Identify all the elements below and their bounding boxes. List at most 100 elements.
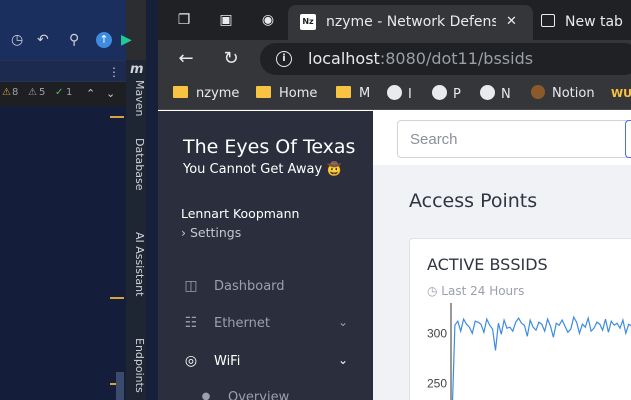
dot-icon: ●: [201, 391, 211, 400]
bookmark-m[interactable]: M: [336, 85, 370, 103]
ide-panel-header: ⋮: [0, 60, 126, 82]
wifi-icon: ◎: [184, 353, 198, 369]
screenshot-root: ◷ ↶ ⚲ ↑ ▶ ⋮ ⚠ 8 ⚠ 5 ✓ 1 ⌃ ⌄ m Maven Data…: [0, 0, 631, 400]
plugin-icon[interactable]: ▶: [121, 32, 132, 48]
github-icon: [432, 85, 447, 100]
bookmark-home[interactable]: Home: [256, 85, 317, 103]
tab-search-icon[interactable]: ❐: [176, 12, 192, 28]
wu-icon: WU: [611, 87, 631, 100]
page-title: Access Points: [409, 190, 538, 212]
chevron-down-icon[interactable]: ⌄: [106, 87, 115, 100]
user-name: Lennart Koopmann: [181, 206, 300, 221]
folder-icon: [256, 86, 271, 98]
active-bssids-card: ACTIVE BSSIDS ◷ Last 24 Hours 300 250: [409, 238, 631, 400]
bookmark-label: M: [359, 86, 371, 101]
tool-database[interactable]: Database: [126, 138, 146, 191]
search-button[interactable]: [625, 120, 631, 158]
more-icon[interactable]: ⋮: [108, 64, 120, 80]
bookmark-notion[interactable]: Notion: [531, 85, 595, 103]
browser-window: ❐ ▣ ◉ Nz nzyme - Network Defense ✕ New t…: [158, 0, 631, 400]
editor-scrollbar[interactable]: [116, 372, 124, 400]
tab-title: nzyme - Network Defense: [326, 14, 496, 30]
weak-warning-count: 5: [39, 87, 46, 98]
top-bar: [373, 111, 631, 165]
bookmark-label: Notion: [552, 86, 595, 101]
app-sidebar: The Eyes Of Texas You Cannot Get Away 🤠 …: [158, 111, 373, 400]
card-subtitle: ◷ Last 24 Hours: [427, 283, 524, 299]
url-text[interactable]: localhost:8080/dot11/bssids: [308, 49, 533, 69]
bookmark-label: N: [501, 87, 511, 102]
tab-bar: ❐ ▣ ◉ Nz nzyme - Network Defense ✕ New t…: [158, 0, 631, 40]
new-tab-icon: [541, 14, 555, 27]
network-icon: ☷: [184, 315, 198, 331]
nav-label: Ethernet: [214, 316, 270, 331]
history-icon[interactable]: ◷: [11, 32, 23, 48]
card-title: ACTIVE BSSIDS: [427, 255, 548, 274]
clock-icon: ◷: [427, 284, 442, 298]
editor-marker: [110, 297, 124, 299]
code-editor[interactable]: [0, 106, 126, 400]
tab-nzyme[interactable]: Nz nzyme - Network Defense ✕: [288, 5, 533, 40]
github-tab-icon[interactable]: ◉: [260, 12, 276, 28]
bookmark-label: Home: [279, 86, 318, 101]
bookmarks-bar: nzyme Home M I P N Notion WU: [158, 78, 631, 110]
github-icon: [387, 85, 402, 100]
nav-ethernet[interactable]: ☷ Ethernet ⌄: [158, 309, 373, 339]
bookmark-wu[interactable]: WU: [611, 85, 631, 103]
chevron-down-icon: ⌄: [338, 353, 349, 367]
tab-new-tab[interactable]: New tab: [538, 5, 631, 37]
bookmark-i[interactable]: I: [387, 85, 412, 103]
chevron-up-icon[interactable]: ⌃: [86, 87, 95, 100]
back-icon[interactable]: ←: [175, 48, 197, 70]
map-icon: ◫: [184, 278, 198, 294]
brand-tagline: You Cannot Get Away 🤠: [183, 162, 343, 177]
github-icon: [480, 85, 495, 100]
search-input[interactable]: [397, 120, 631, 158]
update-icon[interactable]: ↑: [96, 32, 112, 48]
tab-groups-icon[interactable]: ▣: [218, 12, 234, 28]
warning-icon: ⚠: [2, 87, 11, 98]
nav-wifi[interactable]: ◎ WiFi ⌄: [158, 347, 373, 377]
url-path: :8080/dot11/bssids: [379, 49, 534, 68]
info-icon[interactable]: i: [276, 51, 292, 67]
tool-maven[interactable]: Maven: [126, 80, 146, 116]
search-icon[interactable]: ⚲: [69, 32, 79, 48]
address-bar[interactable]: i localhost:8080/dot11/bssids: [260, 43, 631, 75]
nav-label: WiFi: [214, 354, 241, 369]
bookmark-label: P: [453, 87, 461, 102]
browser-toolbar: ← ↻ i localhost:8080/dot11/bssids: [158, 40, 631, 78]
bookmark-label: I: [408, 87, 412, 102]
bookmark-n[interactable]: N: [480, 85, 511, 103]
weak-warning-icon: ⚠: [28, 87, 37, 98]
nav-label: Dashboard: [214, 279, 285, 294]
folder-icon: [173, 86, 188, 98]
nav-overview[interactable]: ● Overview: [158, 383, 373, 400]
typo-count: 1: [66, 87, 73, 98]
main-content: Access Points ACTIVE BSSIDS ◷ Last 24 Ho…: [373, 111, 631, 400]
ide-toolbar: ◷ ↶ ⚲ ↑ ▶: [0, 0, 158, 60]
series-line: [451, 315, 631, 400]
url-host: localhost: [308, 49, 380, 68]
tool-endpoints[interactable]: Endpoints: [126, 338, 146, 393]
nzyme-favicon: Nz: [300, 14, 316, 30]
y-tick-label: 300: [427, 326, 447, 340]
card-subtitle-text: Last 24 Hours: [441, 284, 525, 298]
undo-icon[interactable]: ↶: [37, 32, 49, 48]
bssid-chart[interactable]: 300 250: [410, 303, 631, 400]
folder-icon: [336, 86, 351, 98]
tab-title: New tab: [565, 14, 623, 30]
nav-dashboard[interactable]: ◫ Dashboard: [158, 272, 373, 302]
bookmark-nzyme[interactable]: nzyme: [173, 85, 239, 103]
tool-ai-assistant[interactable]: AI Assistant: [126, 232, 146, 296]
y-tick-label: 250: [427, 377, 447, 391]
reload-icon[interactable]: ↻: [220, 48, 242, 70]
settings-link[interactable]: › Settings: [181, 225, 241, 241]
brand-title[interactable]: The Eyes Of Texas: [183, 135, 355, 159]
ide-edge: [146, 0, 158, 400]
chevron-down-icon: ⌄: [338, 315, 349, 329]
close-icon[interactable]: ✕: [506, 13, 517, 31]
ide-toolbar-strip: [0, 0, 126, 60]
bookmark-p[interactable]: P: [432, 85, 461, 103]
warning-count: 8: [12, 87, 19, 98]
maven-icon[interactable]: m: [126, 62, 146, 77]
